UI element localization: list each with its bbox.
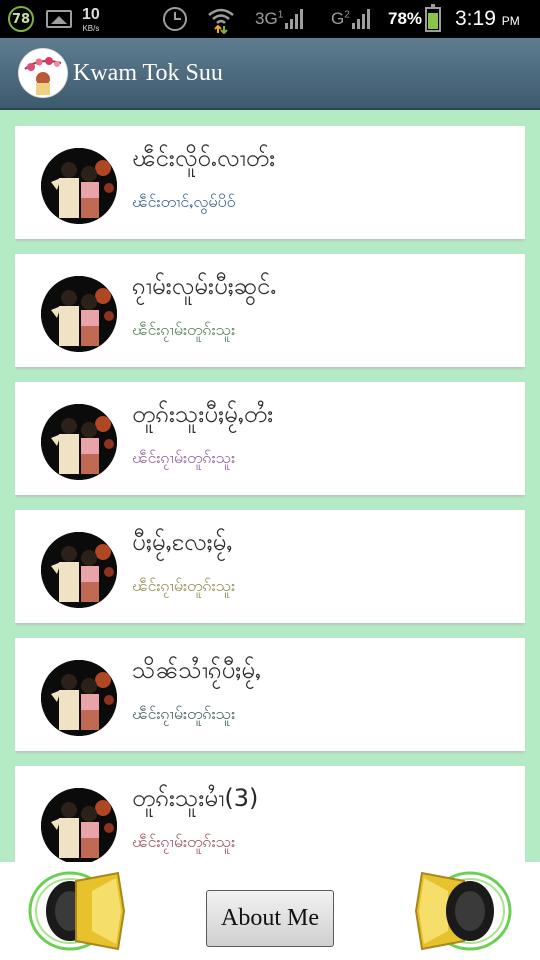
- speed-value: 10: [82, 5, 100, 23]
- song-title: ၽဵင်းလိူဝ်ႉလၢတ်း: [132, 144, 276, 172]
- song-artist: ၽဵင်းၵႂၢမ်းတူၵ်းသူး: [132, 320, 236, 339]
- signal-g: G2: [331, 0, 370, 38]
- clock: 3:19 PM: [455, 0, 520, 38]
- song-title: တူၵ်းသူးမၢႆ(3): [132, 784, 259, 812]
- signal-3g: 3G1: [255, 0, 304, 38]
- action-bar: Kwam Tok Suu: [0, 38, 540, 110]
- bottom-bar: About Me: [0, 862, 540, 960]
- network-speed: 10 KB/s: [82, 2, 100, 36]
- network-3g-label: 3G1: [255, 9, 284, 28]
- song-list-item[interactable]: ၽဵင်းလိူဝ်ႉလၢတ်းၽဵင်းတၢင်ႇလွမ်ပိဝ်: [15, 126, 525, 239]
- singer-avatar: [41, 276, 117, 352]
- song-artist: ၽဵင်းၵႂၢမ်းတူၵ်းသူး: [132, 704, 236, 723]
- speaker-icon[interactable]: [28, 868, 128, 954]
- singer-avatar: [41, 532, 117, 608]
- song-artist: ၽဵင်းၵႂၢမ်းတူၵ်းသူး: [132, 576, 236, 595]
- song-list[interactable]: ၽဵင်းလိူဝ်ႉလၢတ်းၽဵင်းတၢင်ႇလွမ်ပိဝ် ၵႂၢမ်…: [0, 110, 540, 862]
- singer-avatar: [41, 660, 117, 736]
- singer-avatar: [41, 788, 117, 862]
- battery-icon: [425, 4, 441, 32]
- signal-bars-icon: [285, 9, 304, 29]
- song-list-item[interactable]: တူၵ်းသူးမၢႆ(3) ၽဵင်းၵႂၢမ်းတူၵ်းသူး: [15, 766, 525, 862]
- status-bar: 78 10 KB/s 3G1 G2 78% 3:19 PM: [0, 0, 540, 38]
- battery-percent: 78%: [388, 9, 423, 28]
- song-list-item[interactable]: ၵႂၢမ်းလူမ်းပီႈဆွင်ႉၽဵင်းၵႂၢမ်းတူၵ်းသူး: [15, 254, 525, 367]
- speaker-icon[interactable]: [412, 868, 512, 954]
- singer-avatar: [41, 404, 117, 480]
- speed-unit: KB/s: [82, 23, 100, 33]
- song-title: ပီႈမႂ်ႇလႄႈမႂ်ႇ: [132, 528, 233, 556]
- song-list-item[interactable]: တူၵ်းသူးပီႈမႂ်ႇတႆးၽဵင်းၵႂၢမ်းတူၵ်းသူး: [15, 382, 525, 495]
- singer-avatar: [41, 148, 117, 224]
- flower-logo-icon[interactable]: [19, 49, 67, 97]
- network-g-label: G2: [331, 9, 350, 28]
- clock-ampm: PM: [501, 14, 520, 28]
- song-title: သိၼ်သၢႆၵႂ်ပီႈမႂ်ႇ: [132, 656, 261, 684]
- gallery-icon: [46, 10, 72, 28]
- app-title: Kwam Tok Suu: [73, 59, 223, 86]
- song-title: တူၵ်းသူးပီႈမႂ်ႇတႆး: [132, 400, 274, 428]
- alarm-icon: [163, 7, 187, 31]
- song-list-item[interactable]: ပီႈမႂ်ႇလႄႈမႂ်ႇၽဵင်းၵႂၢမ်းတူၵ်းသူး: [15, 510, 525, 623]
- about-me-button[interactable]: About Me: [206, 890, 334, 947]
- song-title: ၵႂၢမ်းလူမ်းပီႈဆွင်ႉ: [132, 272, 277, 300]
- song-artist: ၽဵင်းၵႂၢမ်းတူၵ်းသူး: [132, 832, 236, 851]
- clock-time: 3:19: [455, 7, 496, 30]
- song-artist: ၽဵင်းတၢင်ႇလွမ်ပိဝ်: [132, 192, 236, 211]
- song-list-item[interactable]: သိၼ်သၢႆၵႂ်ပီႈမႂ်ႇၽဵင်းၵႂၢမ်းတူၵ်းသူး: [15, 638, 525, 751]
- signal-bars-icon: [351, 9, 370, 29]
- song-artist: ၽဵင်းၵႂၢမ်းတူၵ်းသူး: [132, 448, 236, 467]
- wifi-icon: [206, 4, 236, 34]
- notification-badge: 78: [8, 6, 34, 32]
